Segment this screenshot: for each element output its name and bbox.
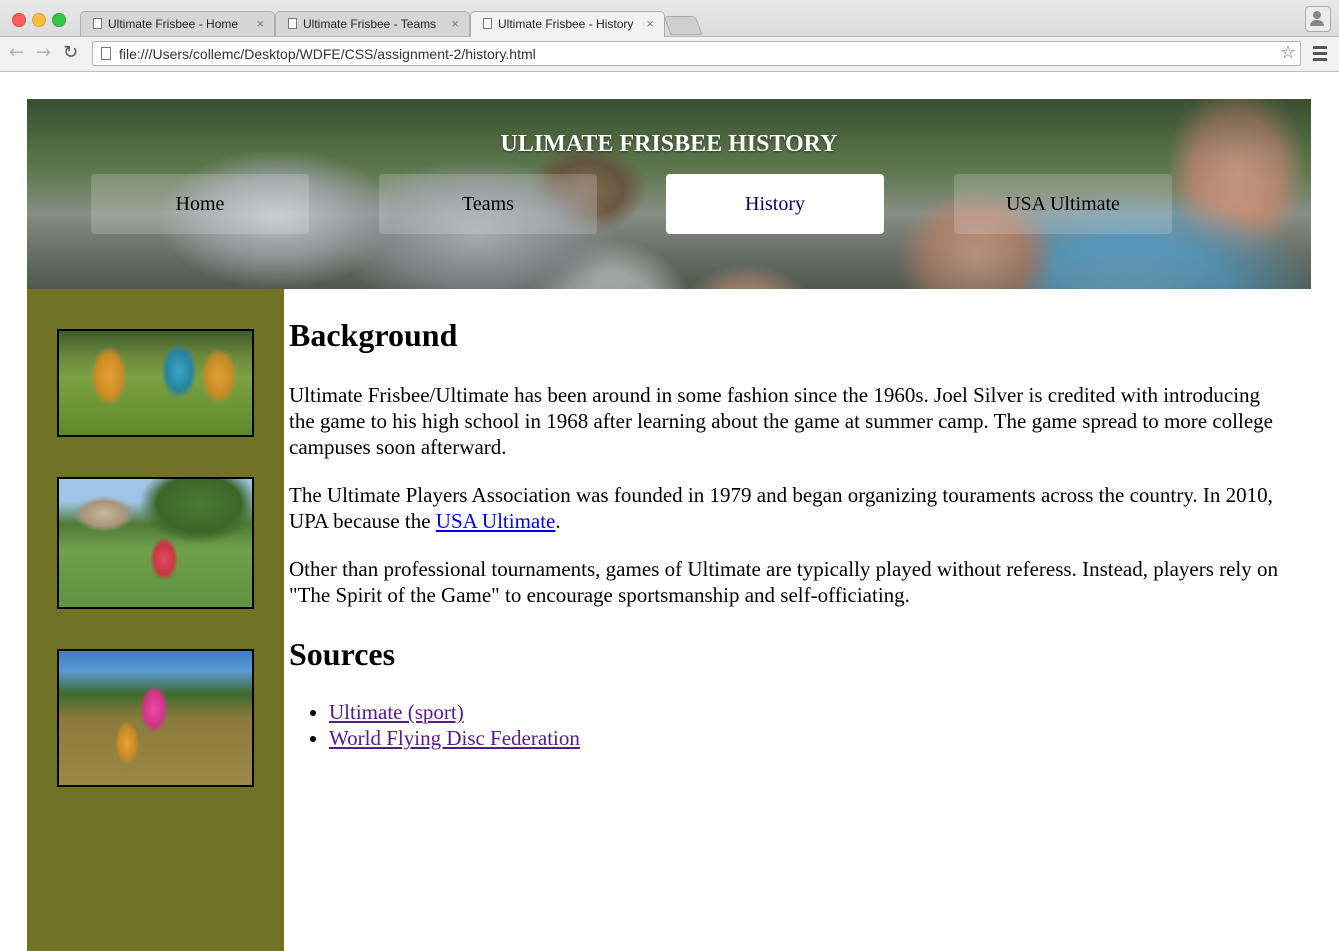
page-icon <box>288 18 297 29</box>
tab-history[interactable]: Ultimate Frisbee - History × <box>470 11 665 37</box>
sidebar <box>27 289 284 951</box>
tab-label: Ultimate Frisbee - Home <box>108 17 239 31</box>
nav-usa-ultimate[interactable]: USA Ultimate <box>954 174 1172 234</box>
main-nav: Home Teams History USA Ultimate <box>27 174 1311 234</box>
new-tab-button[interactable] <box>663 16 703 35</box>
profile-icon[interactable] <box>1305 6 1331 32</box>
arrow-forward-icon[interactable]: → <box>36 42 51 63</box>
paragraph-history: Ultimate Frisbee/Ultimate has been aroun… <box>289 383 1273 459</box>
source-link-wfdf[interactable]: World Flying Disc Federation <box>329 726 580 750</box>
nav-teams[interactable]: Teams <box>379 174 597 234</box>
tab-close-icon[interactable]: × <box>256 16 264 31</box>
frisbee-field-photo <box>57 477 254 609</box>
source-link-ultimate-sport[interactable]: Ultimate (sport) <box>329 700 464 724</box>
tab-label: Ultimate Frisbee - History <box>498 17 634 31</box>
browser-window: Ultimate Frisbee - Home × Ultimate Frisb… <box>0 0 1339 72</box>
window-maximize-icon[interactable] <box>52 13 66 27</box>
address-bar[interactable]: file:///Users/collemc/Desktop/WDFE/CSS/a… <box>92 41 1301 66</box>
background-heading: Background <box>289 317 458 353</box>
paragraph-upa: The Ultimate Players Association was fou… <box>289 482 1279 534</box>
hamburger-menu-icon[interactable] <box>1313 46 1327 64</box>
tab-close-icon[interactable]: × <box>646 16 654 31</box>
window-close-icon[interactable] <box>12 13 26 27</box>
reload-icon[interactable]: ↻ <box>63 42 78 63</box>
page-icon <box>93 18 102 29</box>
page: ULIMATE FRISBEE HISTORY Home Teams Histo… <box>27 99 1311 951</box>
header-banner: ULIMATE FRISBEE HISTORY Home Teams Histo… <box>27 99 1311 289</box>
page-icon <box>483 18 492 29</box>
browser-toolbar: ← → ↻ file:///Users/collemc/Desktop/WDFE… <box>0 37 1339 71</box>
list-item: World Flying Disc Federation <box>329 725 580 751</box>
list-item: Ultimate (sport) <box>329 699 580 725</box>
page-icon <box>101 47 111 60</box>
tab-label: Ultimate Frisbee - Teams <box>303 17 437 31</box>
nav-home[interactable]: Home <box>91 174 309 234</box>
frisbee-catch-photo <box>57 649 254 787</box>
frisbee-game-photo <box>57 329 254 437</box>
page-title: ULIMATE FRISBEE HISTORY <box>500 131 838 157</box>
paragraph-spirit: Other than professional tournaments, gam… <box>289 557 1279 607</box>
nav-history[interactable]: History <box>666 174 884 234</box>
tab-home[interactable]: Ultimate Frisbee - Home × <box>80 11 275 36</box>
sources-list: Ultimate (sport) World Flying Disc Feder… <box>289 699 580 751</box>
sources-heading: Sources <box>289 636 396 672</box>
window-minimize-icon[interactable] <box>32 13 46 27</box>
star-icon[interactable]: ☆ <box>1280 42 1296 63</box>
usa-ultimate-link[interactable]: USA Ultimate <box>436 509 556 533</box>
paragraph-text: . <box>555 509 561 533</box>
tab-close-icon[interactable]: × <box>451 16 459 31</box>
url-text[interactable]: file:///Users/collemc/Desktop/WDFE/CSS/a… <box>119 46 536 62</box>
tab-strip: Ultimate Frisbee - Home × Ultimate Frisb… <box>0 0 1339 37</box>
tab-teams[interactable]: Ultimate Frisbee - Teams × <box>275 11 470 36</box>
arrow-back-icon[interactable]: ← <box>9 42 24 63</box>
